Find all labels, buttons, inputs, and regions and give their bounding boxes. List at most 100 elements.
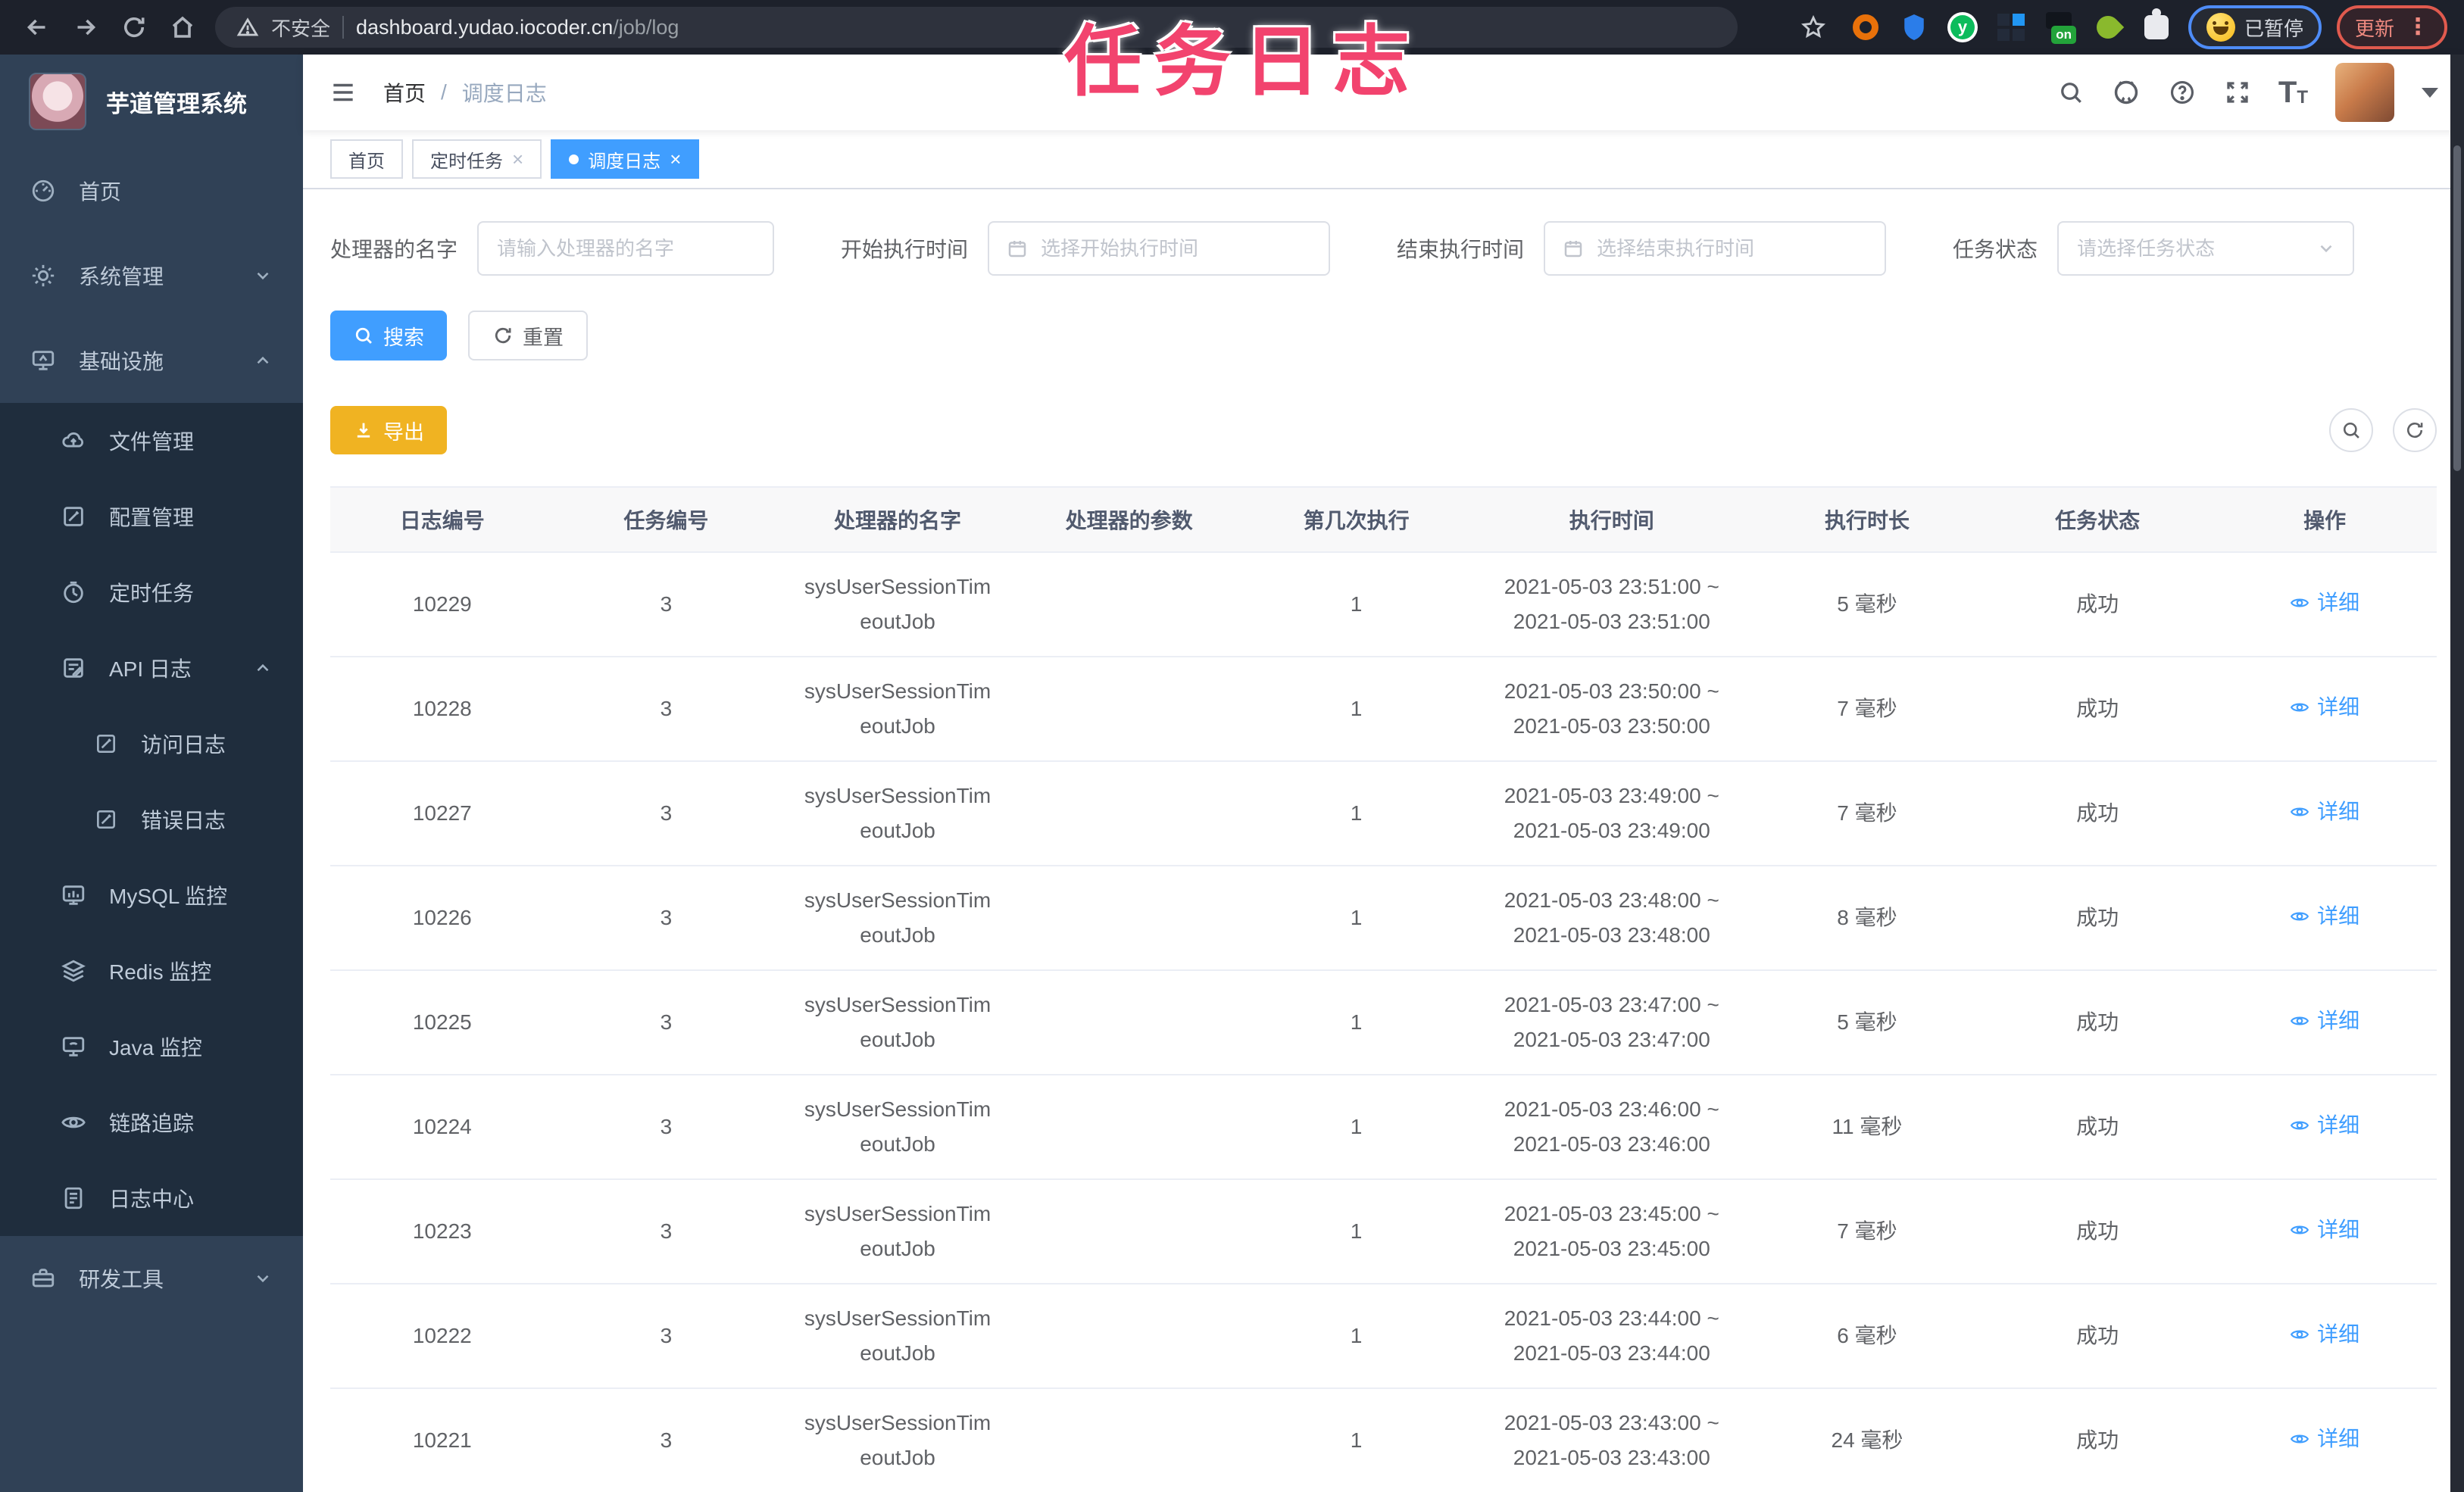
browser-update-button[interactable]: 更新 ⋮ <box>2336 5 2447 49</box>
cell-execute-index: 1 <box>1241 1388 1472 1492</box>
detail-link[interactable]: 详细 <box>2290 1317 2359 1352</box>
cell-job-id: 3 <box>554 552 779 657</box>
sidebar-item-access-log[interactable]: 访问日志 <box>0 706 303 782</box>
app-logo[interactable]: 芋道管理系统 <box>0 55 303 148</box>
help-icon[interactable] <box>2168 78 2197 107</box>
extension-blocks-icon[interactable] <box>1994 11 2028 44</box>
extension-puzzle-icon[interactable] <box>2140 8 2173 44</box>
cell-handler-param <box>1017 1284 1241 1389</box>
paused-label: 已暂停 <box>2244 17 2303 40</box>
close-icon[interactable]: × <box>670 148 681 171</box>
user-avatar[interactable] <box>2335 63 2394 122</box>
table-row: 10225 3 sysUserSessionTim eoutJob 1 2021-05-0… <box>330 970 2437 1075</box>
forward-icon[interactable] <box>65 7 106 48</box>
tab-home[interactable]: 首页 <box>330 139 403 179</box>
refresh-table-button[interactable] <box>2393 408 2437 452</box>
sidebar-item-mysql-monitor[interactable]: MySQL 监控 <box>0 857 303 933</box>
extension-on-icon[interactable]: on <box>2043 11 2076 44</box>
sidebar-item-trace[interactable]: 链路追踪 <box>0 1085 303 1160</box>
eye-icon <box>2291 912 2309 921</box>
bookmark-star-icon[interactable] <box>1793 7 1834 48</box>
sidebar-item-java-monitor[interactable]: Java 监控 <box>0 1009 303 1085</box>
sidebar-item-dev-tools[interactable]: 研发工具 <box>0 1236 303 1321</box>
eye-icon <box>2291 1330 2309 1339</box>
sidebar-item-infra[interactable]: 基础设施 <box>0 318 303 403</box>
cell-duration: 5 毫秒 <box>1751 970 1983 1075</box>
avatar-caret-icon[interactable] <box>2422 87 2438 98</box>
tab-job-log[interactable]: 调度日志 × <box>551 139 700 179</box>
sidebar-item-error-log[interactable]: 错误日志 <box>0 782 303 857</box>
handler-name-input[interactable] <box>495 236 757 261</box>
sidebar-item-home[interactable]: 首页 <box>0 148 303 233</box>
cell-job-id: 3 <box>554 1388 779 1492</box>
eye-icon <box>2291 1225 2309 1234</box>
search-icon[interactable] <box>2057 79 2085 106</box>
breadcrumb-home[interactable]: 首页 <box>383 77 426 108</box>
cell-handler-name: sysUserSessionTim eoutJob <box>778 1179 1017 1284</box>
extension-sprout-icon[interactable] <box>2091 11 2125 44</box>
detail-link[interactable]: 详细 <box>2290 585 2359 620</box>
sidebar-item-redis-monitor[interactable]: Redis 监控 <box>0 933 303 1009</box>
profile-emoji-icon <box>2206 13 2235 42</box>
extension-y-icon[interactable]: y <box>1946 11 1979 44</box>
cell-handler-param <box>1017 761 1241 866</box>
security-label: 不安全 <box>271 17 331 40</box>
table-row: 10227 3 sysUserSessionTim eoutJob 1 2021-05-0… <box>330 761 2437 866</box>
job-status-select[interactable] <box>2057 221 2355 276</box>
tab-scheduled-jobs[interactable]: 定时任务 × <box>412 139 542 179</box>
cell-handler-param <box>1017 657 1241 762</box>
cell-execute-time: 2021-05-03 23:44:00 ~2021-05-03 23:44:00 <box>1471 1284 1752 1389</box>
url-text: dashboard.yudao.iocoder.cn/job/log <box>356 15 679 39</box>
hamburger-icon[interactable] <box>329 78 358 107</box>
navbar: 首页 / 调度日志 TT <box>303 55 2464 130</box>
cell-handler-name: sysUserSessionTim eoutJob <box>778 970 1017 1075</box>
detail-link[interactable]: 详细 <box>2290 1004 2359 1038</box>
profile-paused-chip[interactable]: 已暂停 <box>2188 5 2322 49</box>
sidebar-item-system[interactable]: 系统管理 <box>0 233 303 318</box>
menu-dots-icon[interactable]: ⋮ <box>2406 16 2429 39</box>
column-header: 日志编号 <box>330 486 554 553</box>
home-icon[interactable] <box>162 7 203 48</box>
job-status-input[interactable] <box>2075 236 2306 261</box>
sidebar-item-api-log[interactable]: API 日志 <box>0 630 303 706</box>
refresh-icon <box>2407 422 2423 439</box>
cell-execute-index: 1 <box>1241 970 1472 1075</box>
address-bar[interactable]: 不安全 dashboard.yudao.iocoder.cn/job/log <box>215 7 1738 48</box>
back-icon[interactable] <box>17 7 58 48</box>
filter-job-status: 任务状态 <box>1953 221 2355 276</box>
cell-handler-name: sysUserSessionTim eoutJob <box>778 552 1017 657</box>
reload-icon[interactable] <box>114 7 155 48</box>
end-time-input[interactable] <box>1595 236 1869 261</box>
export-button[interactable]: 导出 <box>330 406 447 454</box>
sidebar-item-scheduled-jobs[interactable]: 定时任务 <box>0 554 303 630</box>
sidebar-item-config-manage[interactable]: 配置管理 <box>0 479 303 554</box>
column-header: 执行时间 <box>1471 486 1752 553</box>
cloud-upload-icon <box>62 432 84 448</box>
table-row: 10223 3 sysUserSessionTim eoutJob 1 2021-05-0… <box>330 1179 2437 1284</box>
extension-shield-icon[interactable] <box>1897 11 1931 44</box>
detail-link[interactable]: 详细 <box>2290 1213 2359 1247</box>
sidebar-item-file-manage[interactable]: 文件管理 <box>0 403 303 479</box>
cell-handler-name: sysUserSessionTim eoutJob <box>778 1388 1017 1492</box>
detail-link[interactable]: 详细 <box>2290 794 2359 829</box>
begin-time-input[interactable] <box>1039 236 1313 261</box>
detail-link[interactable]: 详细 <box>2290 1422 2359 1456</box>
app: 芋道管理系统 首页 系统管理 基础设施 文件管理 配置管理 定时任务 API 日… <box>0 55 2464 1492</box>
font-size-icon[interactable]: TT <box>2278 77 2308 108</box>
sidebar-item-log-center[interactable]: 日志中心 <box>0 1160 303 1236</box>
fullscreen-icon[interactable] <box>2224 79 2251 106</box>
page-scrollbar[interactable] <box>2450 55 2464 1492</box>
cell-job-id: 3 <box>554 1284 779 1389</box>
github-icon[interactable] <box>2112 78 2141 107</box>
close-icon[interactable]: × <box>512 148 523 171</box>
scrollbar-thumb[interactable] <box>2453 145 2461 471</box>
detail-link[interactable]: 详细 <box>2290 690 2359 725</box>
detail-link[interactable]: 详细 <box>2290 899 2359 934</box>
search-button[interactable]: 搜索 <box>330 311 447 361</box>
extension-ring-icon[interactable] <box>1849 11 1882 44</box>
table-toolbar: 导出 <box>330 406 2437 454</box>
reset-button[interactable]: 重置 <box>468 311 588 361</box>
detail-link[interactable]: 详细 <box>2290 1108 2359 1143</box>
toggle-search-button[interactable] <box>2329 408 2373 452</box>
column-header: 任务编号 <box>554 486 779 553</box>
